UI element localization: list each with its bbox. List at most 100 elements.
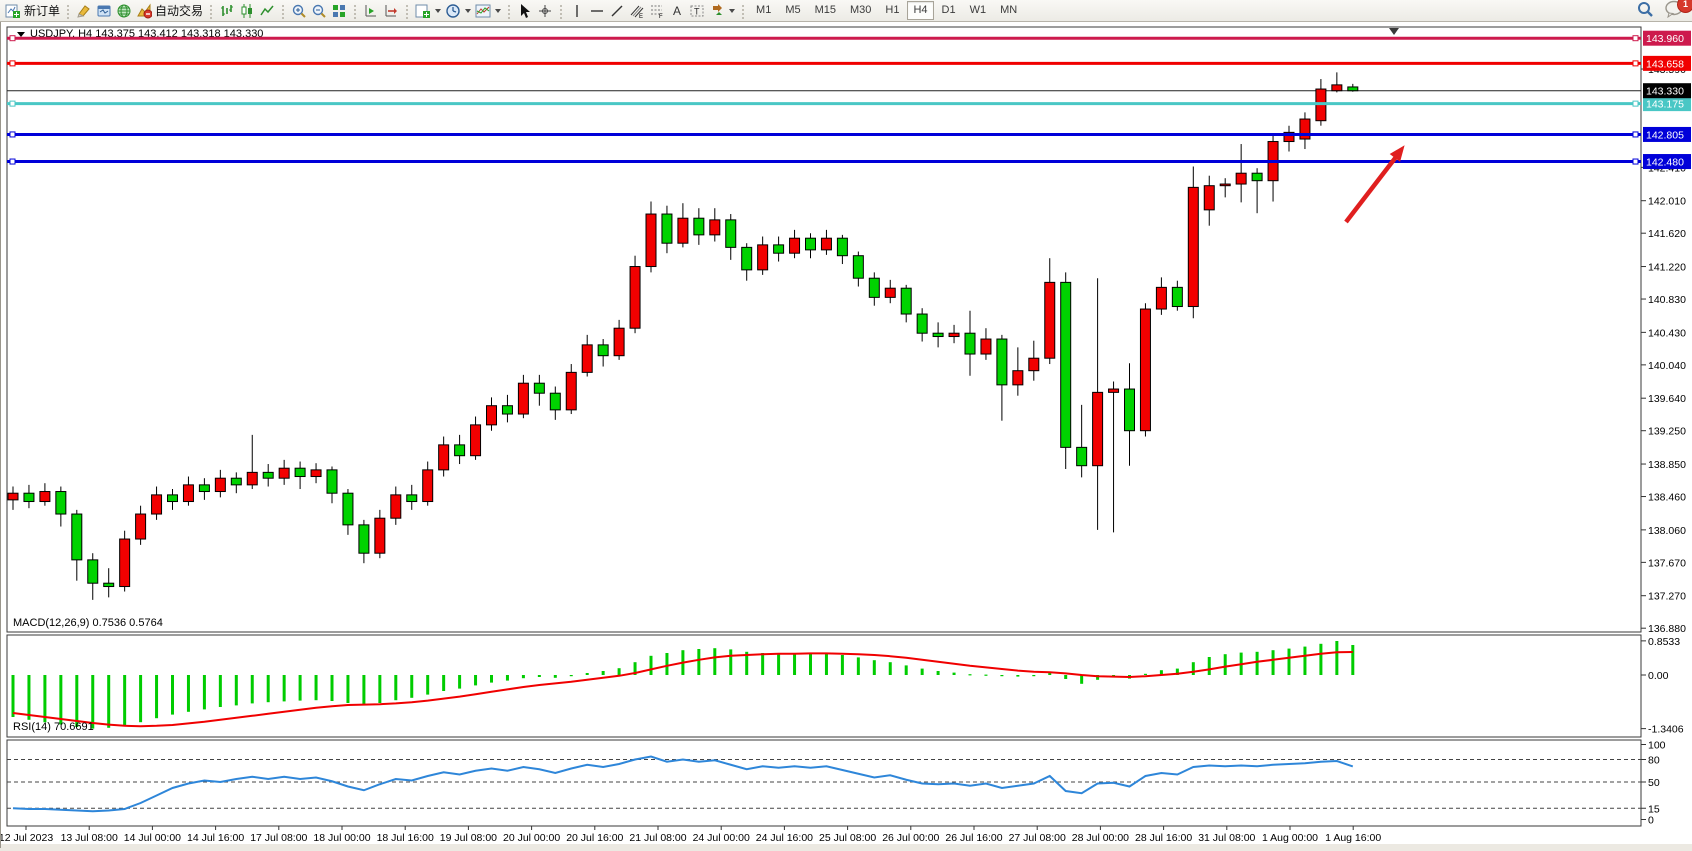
auto-trading-button[interactable]: 自动交易 (134, 1, 205, 21)
bull-candle (471, 425, 481, 456)
chart-shift-button[interactable] (381, 1, 401, 21)
zoom-out-button[interactable] (309, 1, 329, 21)
zoom-in-button[interactable] (289, 1, 309, 21)
macd-histogram-bar (1335, 641, 1338, 675)
highlighter-button[interactable] (74, 1, 94, 21)
macd-histogram-bar (442, 675, 445, 691)
line-handle[interactable] (1633, 36, 1638, 41)
tile-windows-button[interactable] (329, 1, 349, 21)
crosshair-button[interactable] (535, 1, 555, 21)
bull-candle (981, 339, 991, 354)
macd-histogram-bar (123, 675, 126, 725)
price-panel-frame (7, 27, 1641, 632)
trend-arrow-object[interactable] (1346, 157, 1396, 222)
time-axis-label: 19 Jul 08:00 (440, 832, 497, 844)
horizontal-line-button[interactable] (587, 1, 607, 21)
equidistant-channel-button[interactable]: E (627, 1, 647, 21)
cursor-button[interactable] (515, 1, 535, 21)
bear-candle (933, 333, 943, 336)
macd-histogram-bar (1256, 652, 1259, 675)
svg-text:T: T (694, 6, 700, 16)
bull-candle (646, 214, 656, 266)
periods-clock-button[interactable] (443, 1, 473, 21)
indicators-button[interactable] (473, 1, 503, 21)
line-chart-mode-button[interactable] (257, 1, 277, 21)
time-axis-label: 28 Jul 00:00 (1072, 832, 1129, 844)
line-handle[interactable] (10, 159, 15, 164)
line-handle[interactable] (10, 61, 15, 66)
notifications-button[interactable]: 1 (1664, 0, 1686, 23)
macd-histogram-bar (984, 675, 987, 676)
toolbar-grip (404, 3, 410, 19)
auto-scroll-button[interactable] (361, 1, 381, 21)
toolbar-grip (558, 3, 564, 19)
bear-candle (1348, 87, 1358, 91)
macd-histogram-bar (187, 675, 190, 712)
chart-canvas[interactable]: 143.590142.410142.010141.620141.220140.8… (1, 22, 1692, 848)
line-handle[interactable] (1633, 159, 1638, 164)
line-price-label-text: 143.175 (1646, 99, 1684, 111)
search-icon[interactable] (1636, 0, 1654, 23)
svg-text:E: E (639, 14, 643, 19)
terminal-window-button[interactable] (94, 1, 114, 21)
timeframe-m5[interactable]: M5 (779, 1, 806, 20)
time-axis-label: 24 Jul 16:00 (756, 832, 813, 844)
bull-candle (439, 445, 449, 470)
community-globe-button[interactable] (114, 1, 134, 21)
timeframe-d1[interactable]: D1 (936, 1, 962, 20)
timeframe-m1[interactable]: M1 (750, 1, 777, 20)
timeframe-m15[interactable]: M15 (809, 1, 842, 20)
line-handle[interactable] (1633, 132, 1638, 137)
text-label-icon: T (689, 3, 705, 19)
macd-histogram-bar (953, 673, 956, 675)
bull-candle (1140, 309, 1150, 431)
line-handle[interactable] (10, 132, 15, 137)
line-handle[interactable] (10, 101, 15, 106)
fibonacci-button[interactable]: F (647, 1, 667, 21)
arrows-button[interactable] (707, 1, 737, 21)
macd-histogram-bar (793, 653, 796, 675)
timeframe-h1[interactable]: H1 (879, 1, 905, 20)
macd-histogram-bar (59, 675, 62, 725)
new-order-label: 新订单 (24, 1, 60, 21)
toolbar-right: 1 (1636, 0, 1686, 22)
new-chart-button[interactable] (413, 1, 443, 21)
bull-candle (391, 495, 401, 518)
vertical-line-button[interactable] (567, 1, 587, 21)
timeframe-h4[interactable]: H4 (907, 1, 933, 20)
timeframe-m30[interactable]: M30 (844, 1, 877, 20)
bull-candle (582, 345, 592, 372)
macd-histogram-bar (251, 675, 254, 703)
macd-histogram-bar (378, 675, 381, 703)
terminal-window-icon (96, 3, 112, 19)
text-label-button[interactable]: T (687, 1, 707, 21)
bar-chart-mode-button[interactable] (217, 1, 237, 21)
macd-histogram-bar (1032, 675, 1035, 676)
timeframe-mn[interactable]: MN (994, 1, 1023, 20)
timeframe-w1[interactable]: W1 (964, 1, 993, 20)
toolbar-grip (352, 3, 358, 19)
candlestick-mode-button[interactable] (237, 1, 257, 21)
bear-candle (917, 314, 927, 333)
bear-candle (359, 525, 369, 553)
rsi-indicator-label: RSI(14) 70.6691 (13, 721, 94, 733)
line-handle[interactable] (10, 36, 15, 41)
bull-candle (710, 220, 720, 235)
price-tick-label: 140.430 (1648, 327, 1686, 339)
bull-candle (630, 267, 640, 329)
toolbar-grip (740, 3, 746, 19)
auto-trading-label: 自动交易 (155, 1, 203, 21)
trendline-button[interactable] (607, 1, 627, 21)
time-axis-label: 26 Jul 00:00 (882, 832, 939, 844)
bull-candle (487, 406, 497, 425)
time-axis-label: 17 Jul 08:00 (250, 832, 307, 844)
line-handle[interactable] (1633, 61, 1638, 66)
macd-histogram-bar (618, 668, 621, 675)
tile-windows-icon (331, 3, 347, 19)
line-handle[interactable] (1633, 101, 1638, 106)
macd-histogram-bar (1000, 675, 1003, 676)
new-order-button[interactable]: 新订单 (3, 1, 62, 21)
chart-shift-marker[interactable] (1389, 28, 1399, 35)
text-button[interactable]: A (667, 1, 687, 21)
macd-histogram-bar (937, 671, 940, 675)
